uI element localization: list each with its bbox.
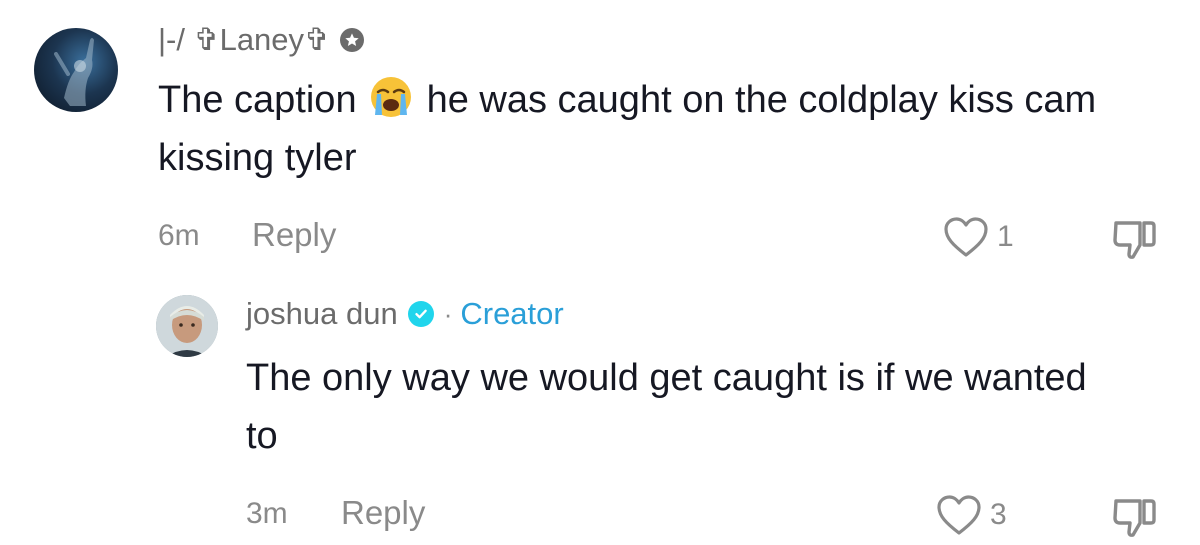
dislike-button[interactable] (1110, 213, 1160, 268)
star-badge-icon (340, 28, 365, 52)
reply-button[interactable]: Reply (341, 494, 425, 532)
reply-button[interactable]: Reply (252, 216, 336, 254)
heart-icon (937, 495, 981, 535)
reply-timestamp: 3m (246, 497, 288, 530)
like-count: 1 (997, 220, 1014, 253)
creator-avatar[interactable] (156, 295, 218, 357)
dislike-button[interactable] (1110, 491, 1160, 545)
thumbs-down-icon (1113, 499, 1156, 537)
loudly-crying-face-emoji-icon (369, 75, 413, 119)
creator-label: Creator (460, 296, 564, 331)
like-count: 3 (990, 498, 1007, 531)
reply-text: The only way we would get caught is if w… (246, 357, 1087, 457)
username-text: |-/ ✞Laney✞ (158, 22, 331, 57)
reply-username[interactable]: joshua dun (246, 296, 398, 332)
heart-icon (944, 217, 988, 257)
avatar-photo (54, 38, 94, 106)
comment-timestamp: 6m (158, 219, 200, 252)
comment-text-start: The caption (158, 79, 357, 121)
comment-thread: |-/ ✞Laney✞ The caption he was caught on… (0, 0, 1200, 545)
avatar[interactable] (34, 28, 118, 112)
like-button[interactable]: 1 (943, 216, 1014, 258)
separator-dot: · (443, 298, 453, 329)
thumbs-down-icon (1113, 221, 1156, 259)
like-button[interactable]: 3 (936, 494, 1007, 536)
verified-badge-icon (407, 301, 434, 327)
reply-username-row: joshua dun · Creator (246, 296, 564, 332)
avatar-photo (156, 295, 218, 357)
comment-text: The caption he was caught on the coldpla… (158, 71, 1168, 187)
comment-username[interactable]: |-/ ✞Laney✞ (158, 22, 365, 58)
